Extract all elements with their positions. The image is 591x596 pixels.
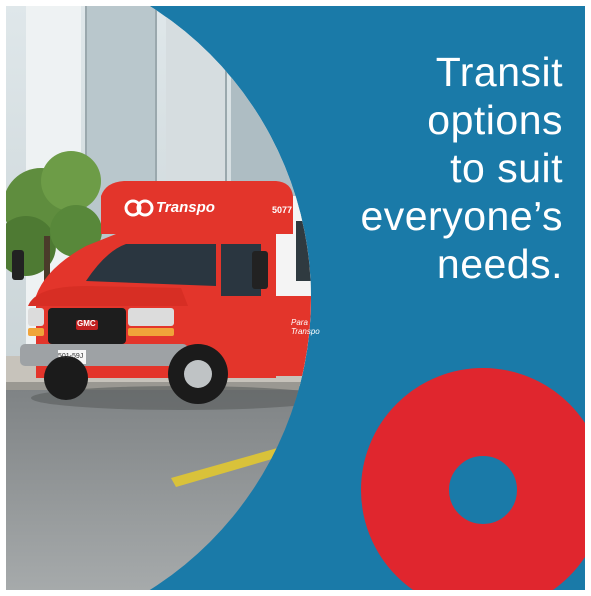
oc-ring-logo: [361, 368, 585, 590]
promo-card: Transpo 5077 GMC 501-59J Para Transpo Tr…: [6, 6, 585, 590]
